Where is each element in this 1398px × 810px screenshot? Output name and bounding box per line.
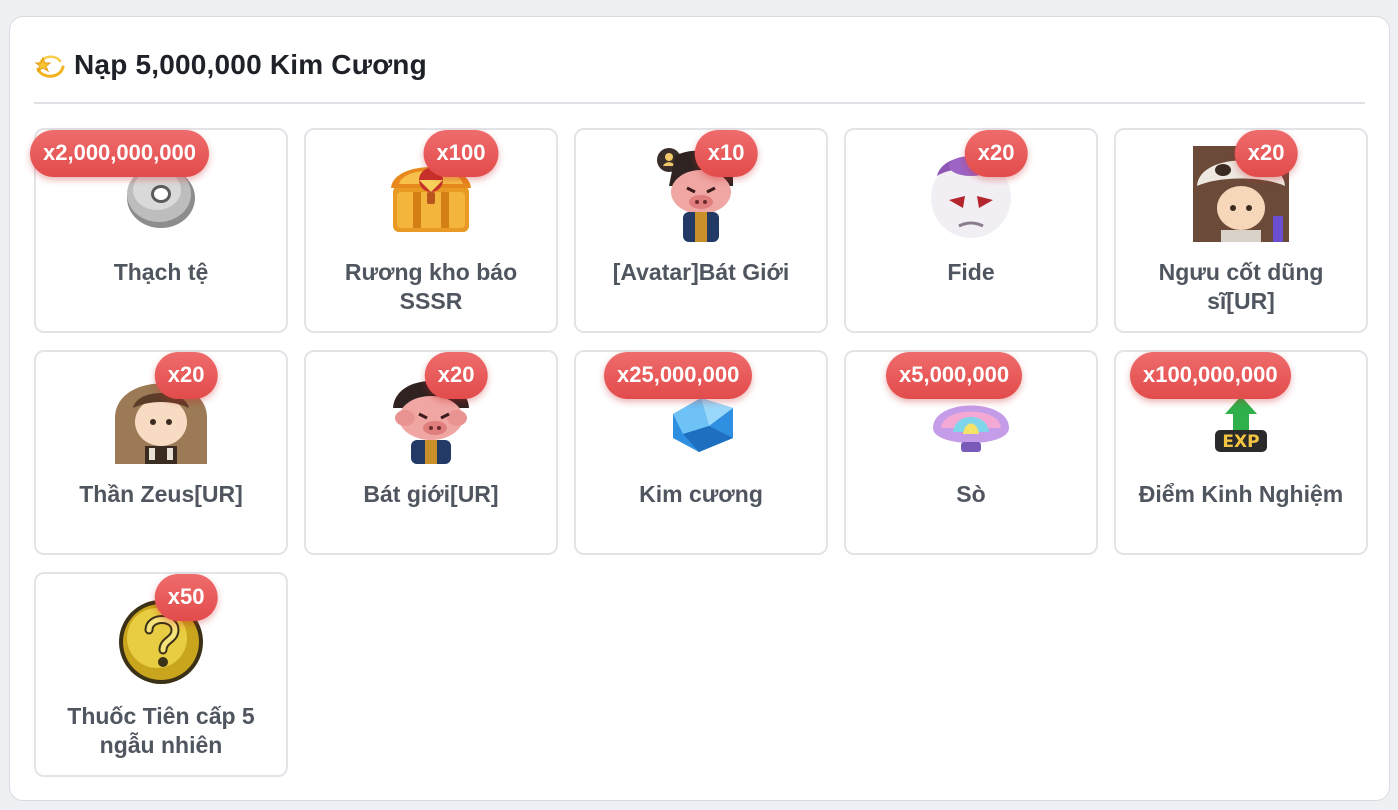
quantity-badge: x20 (964, 130, 1028, 177)
item-name: Thần Zeus[UR] (79, 481, 243, 507)
quantity-badge: x5,000,000 (886, 352, 1023, 399)
panel-header: Nạp 5,000,000 Kim Cương (34, 45, 427, 85)
svg-text:EXP: EXP (1222, 432, 1259, 452)
reward-card[interactable]: x20 Bát giới[UR] (304, 350, 558, 555)
quantity-badge: x50 (154, 574, 218, 621)
quantity-badge: x2,000,000,000 (30, 130, 209, 177)
dizzy-star-icon (34, 55, 65, 78)
quantity-badge: x20 (1234, 130, 1298, 177)
header-divider (34, 102, 1365, 104)
reward-card[interactable]: x5,000,000 Sò (844, 350, 1098, 555)
reward-panel: Nạp 5,000,000 Kim Cương x2,000,000,000 T… (9, 16, 1390, 801)
quantity-badge: x100,000,000 (1130, 352, 1291, 399)
reward-card[interactable]: x100 Rương kho báo SSSR (304, 128, 558, 333)
quantity-badge: x25,000,000 (604, 352, 753, 399)
quantity-badge: x20 (154, 352, 218, 399)
item-name: Ngưu cốt dũng sĩ[UR] (1158, 259, 1324, 314)
item-name: Thạch tệ (113, 259, 209, 285)
quantity-badge: x10 (694, 130, 758, 177)
quantity-badge: x20 (424, 352, 488, 399)
reward-card[interactable]: x20 Thần Zeus[UR] (34, 350, 288, 555)
item-name: Bát giới[UR] (363, 481, 499, 507)
reward-card[interactable]: x10 [Avatar]Bát Giới (574, 128, 828, 333)
reward-card[interactable]: EXP x100,000,000 Điểm Kinh Nghiệm (1114, 350, 1368, 555)
reward-card[interactable]: x2,000,000,000 Thạch tệ (30, 128, 288, 333)
quantity-badge: x100 (423, 130, 499, 177)
reward-card[interactable]: x20 Fide (844, 128, 1098, 333)
item-name: Fide (947, 259, 995, 285)
reward-card[interactable]: x50 Thuốc Tiên cấp 5 ngẫu nhiên (34, 572, 288, 777)
item-name: Sò (956, 481, 986, 507)
reward-card[interactable]: x20 Ngưu cốt dũng sĩ[UR] (1114, 128, 1368, 333)
item-name: Điểm Kinh Nghiệm (1138, 481, 1344, 507)
item-name: Rương kho báo SSSR (344, 259, 518, 314)
reward-card[interactable]: x25,000,000 Kim cương (574, 350, 828, 555)
item-name: [Avatar]Bát Giới (612, 259, 790, 285)
item-name: Kim cương (639, 481, 763, 507)
page-title: Nạp 5,000,000 Kim Cương (74, 49, 427, 80)
item-name: Thuốc Tiên cấp 5 ngẫu nhiên (67, 703, 255, 758)
reward-grid: x2,000,000,000 Thạch tệ x100 Rương kho b… (30, 128, 1368, 777)
